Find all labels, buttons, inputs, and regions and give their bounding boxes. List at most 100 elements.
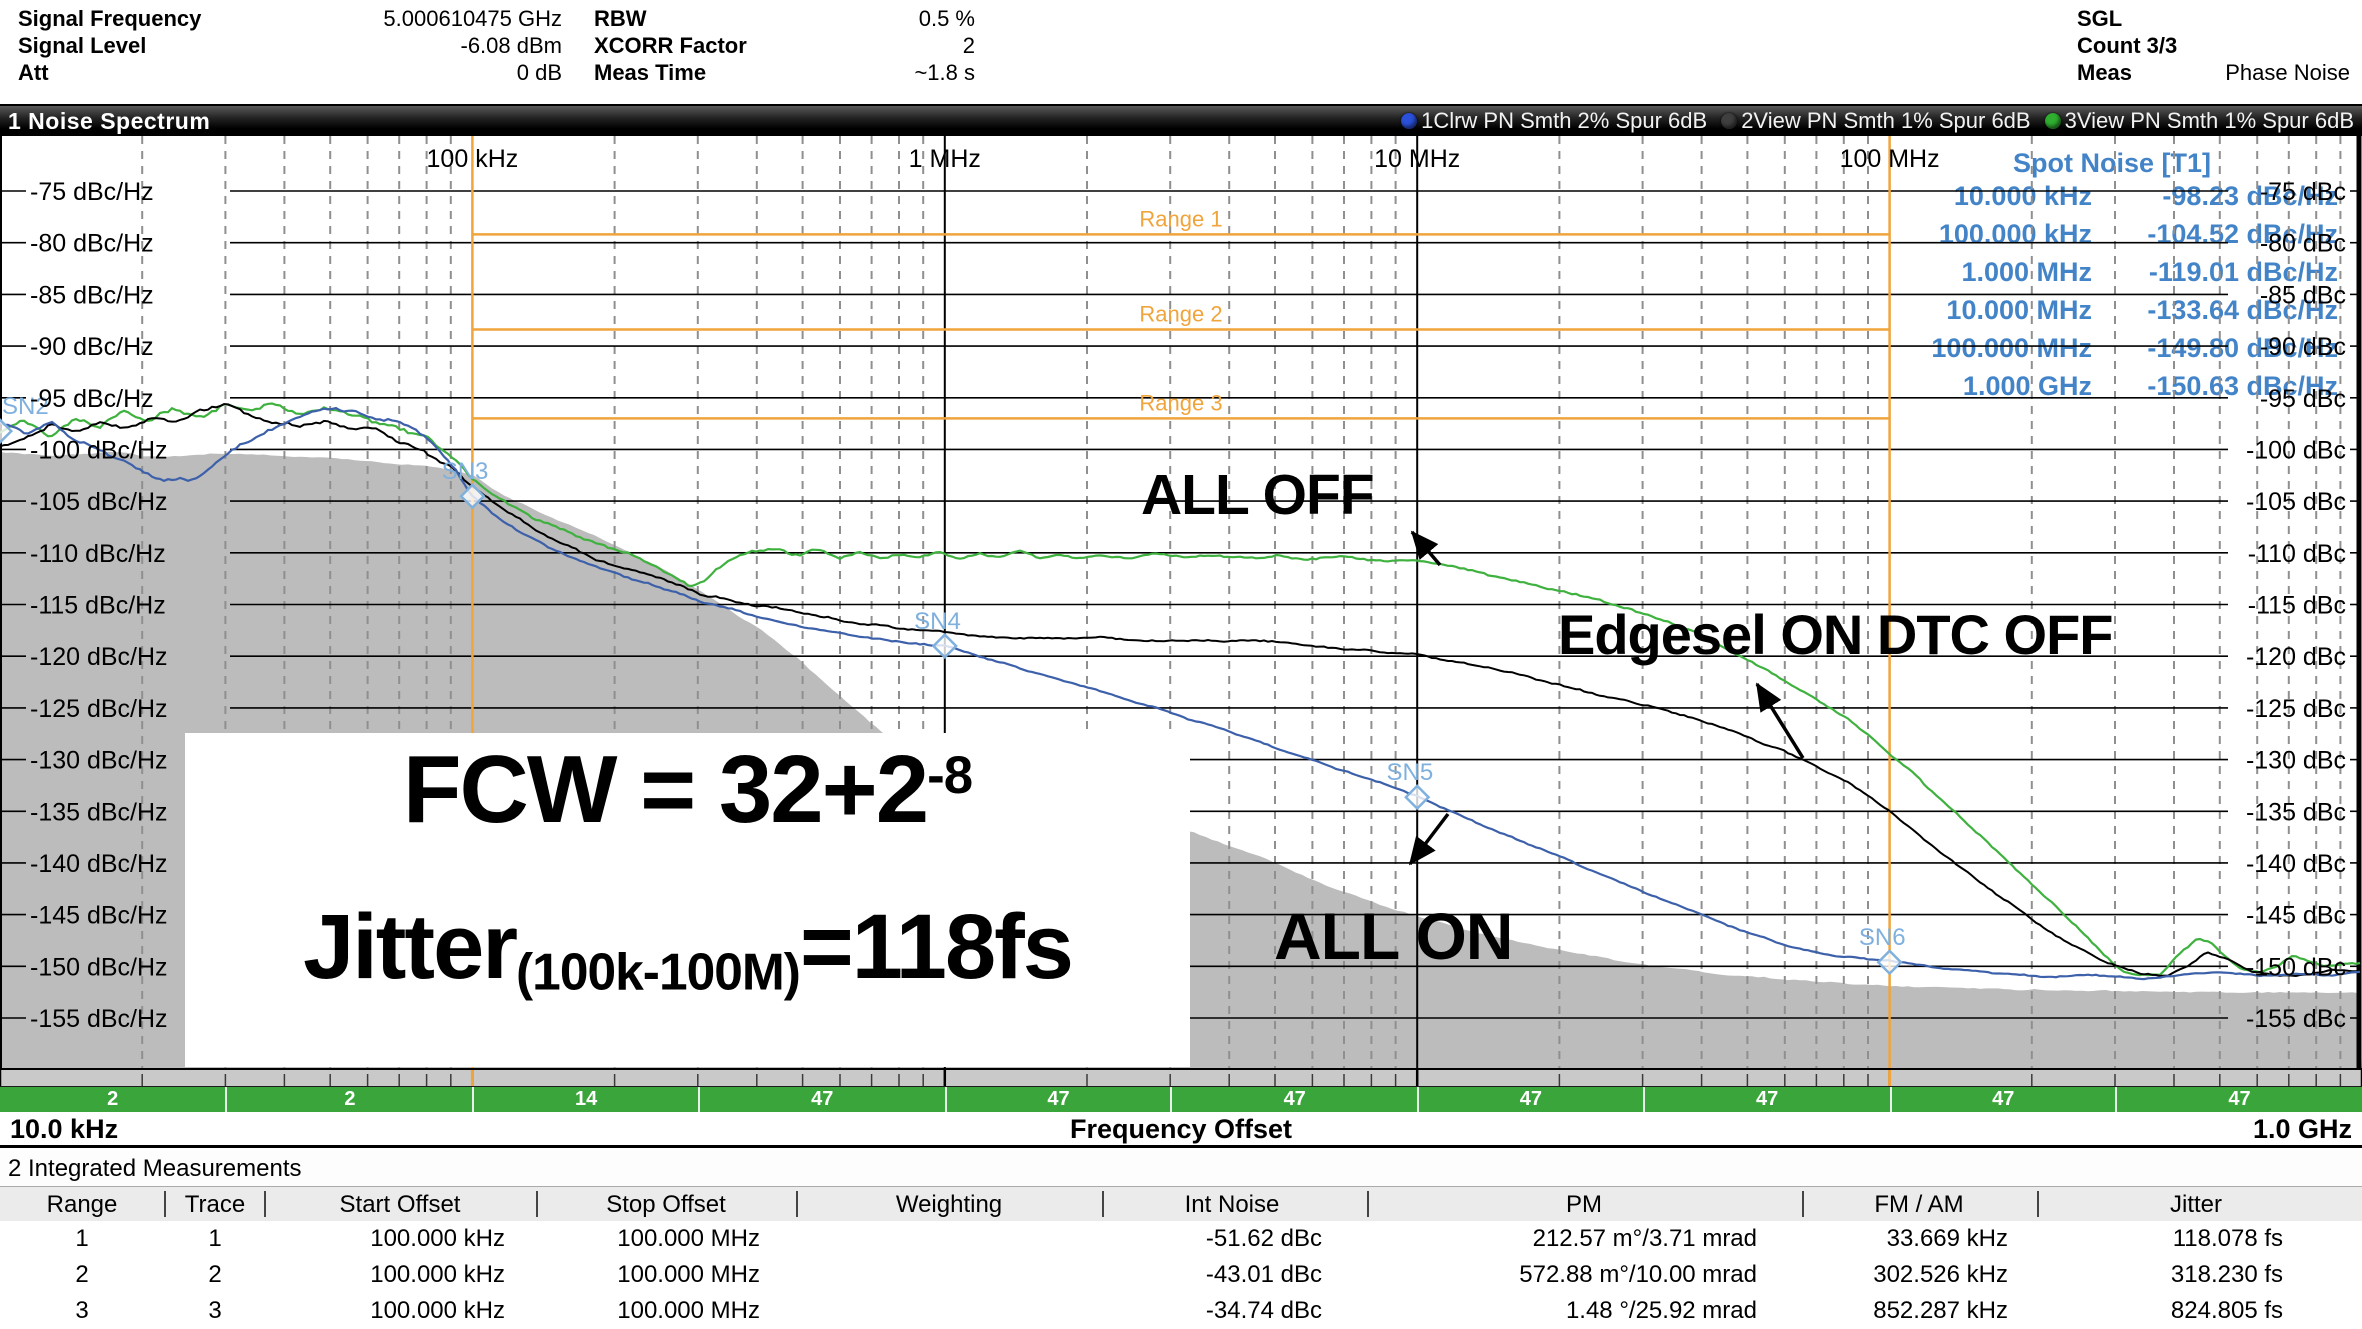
range-label: Range 2 xyxy=(1139,302,1222,327)
y-label-right: -75 dBc xyxy=(2260,178,2346,206)
meas-time-label: Meas Time xyxy=(594,60,706,87)
im-cell: 100.000 kHz xyxy=(370,1297,505,1325)
spot-noise-offset: 1.000 GHz xyxy=(1963,371,2092,401)
xcorr-segment: 47 xyxy=(698,1087,945,1112)
x-axis-tick-strip xyxy=(0,1068,2362,1086)
im-table-row: 22100.000 kHz100.000 MHz-43.01 dBc572.88… xyxy=(0,1257,2362,1293)
y-label-right: -125 dBc xyxy=(2246,695,2346,723)
im-cell: -43.01 dBc xyxy=(1206,1261,1322,1289)
im-column-header: Start Offset xyxy=(340,1191,461,1219)
y-label-right: -145 dBc xyxy=(2246,902,2346,930)
im-cell: 1.48 °/25.92 mrad xyxy=(1566,1297,1757,1325)
y-label-left: -155 dBc/Hz xyxy=(30,1005,168,1033)
y-label-right: -90 dBc xyxy=(2260,333,2346,361)
legend-trace-1-label: 1Clrw PN Smth 2% Spur 6dB xyxy=(1421,108,1707,134)
im-column-separator xyxy=(1802,1191,1804,1217)
meas-label: Meas xyxy=(2077,60,2132,87)
sn-marker[interactable]: SN4 xyxy=(914,608,961,657)
annotation-fcw-equation: FCW = 32+2-8 xyxy=(185,735,1190,845)
im-cell: 100.000 MHz xyxy=(617,1261,760,1289)
count-indicator: Count 3/3 xyxy=(2077,33,2177,60)
sn-marker[interactable]: SN5 xyxy=(1387,759,1434,808)
trace-legend: 1Clrw PN Smth 2% Spur 6dB 2View PN Smth 1… xyxy=(1401,108,2362,134)
im-cell: 100.000 kHz xyxy=(370,1261,505,1289)
range-label: Range 3 xyxy=(1139,390,1222,415)
im-cell: 3 xyxy=(75,1297,88,1325)
y-label-left: -140 dBc/Hz xyxy=(30,850,168,878)
im-column-header: PM xyxy=(1566,1191,1602,1219)
im-column-header: FM / AM xyxy=(1874,1191,1963,1219)
xcorr-segment-bar: 221447474747474747 xyxy=(0,1086,2362,1112)
y-label-right: -150 dBc xyxy=(2246,953,2346,981)
y-label-left: -75 dBc/Hz xyxy=(30,178,154,206)
xcorr-segment: 47 xyxy=(1170,1087,1417,1112)
annotation-all-off: ALL OFF xyxy=(1141,462,1374,528)
y-label-right: -105 dBc xyxy=(2246,488,2346,516)
legend-trace-2-dot-icon xyxy=(1721,113,1737,129)
im-cell: 100.000 MHz xyxy=(617,1225,760,1253)
im-column-separator xyxy=(1102,1191,1104,1217)
legend-trace-3-dot-icon xyxy=(2045,113,2061,129)
im-cell: -51.62 dBc xyxy=(1206,1225,1322,1253)
att-label: Att xyxy=(18,60,49,87)
xcorr-segment: 2 xyxy=(225,1087,472,1112)
im-table-row: 33100.000 kHz100.000 MHz-34.74 dBc1.48 °… xyxy=(0,1293,2362,1329)
im-cell: 318.230 fs xyxy=(2171,1261,2283,1289)
legend-trace-1[interactable]: 1Clrw PN Smth 2% Spur 6dB xyxy=(1401,108,1707,134)
y-label-right: -110 dBc xyxy=(2248,540,2346,568)
sgl-indicator: SGL xyxy=(2077,6,2122,33)
legend-trace-3-label: 3View PN Smth 1% Spur 6dB xyxy=(2065,108,2354,134)
im-column-header: Weighting xyxy=(896,1191,1002,1219)
phase-noise-analyzer-screen: Signal Frequency 5.000610475 GHz Signal … xyxy=(0,0,2362,1329)
svg-text:100 kHz: 100 kHz xyxy=(427,145,519,173)
integrated-measurements-header-row: RangeTraceStart OffsetStop OffsetWeighti… xyxy=(0,1187,2362,1221)
xcorr-segment: 47 xyxy=(1890,1087,2115,1112)
y-label-left: -115 dBc/Hz xyxy=(30,592,166,620)
im-column-header: Int Noise xyxy=(1185,1191,1280,1219)
y-label-right: -80 dBc xyxy=(2260,230,2346,258)
legend-trace-2[interactable]: 2View PN Smth 1% Spur 6dB xyxy=(1721,108,2030,134)
top-frequency-labels: 100 kHz1 MHz10 MHz100 MHz xyxy=(427,145,1940,173)
x-axis-stop-frequency: 1.0 GHz xyxy=(2253,1114,2352,1145)
annotation-all-on: ALL ON xyxy=(1274,898,1512,974)
y-label-right: -100 dBc xyxy=(2246,436,2346,464)
y-label-left: -145 dBc/Hz xyxy=(30,902,168,930)
im-cell: 100.000 kHz xyxy=(370,1225,505,1253)
legend-trace-2-label: 2View PN Smth 1% Spur 6dB xyxy=(1741,108,2030,134)
xcorr-segment: 47 xyxy=(1417,1087,1642,1112)
xcorr-segment: 47 xyxy=(1643,1087,1890,1112)
y-label-left: -85 dBc/Hz xyxy=(30,281,154,309)
im-column-separator xyxy=(164,1191,166,1217)
y-label-left: -100 dBc/Hz xyxy=(30,436,168,464)
noise-spectrum-plot: Spot Noise [T1]10.000 kHz-98.23 dBc/Hz10… xyxy=(0,136,2362,1068)
y-label-right: -155 dBc xyxy=(2246,1005,2346,1033)
xcorr-factor-label: XCORR Factor xyxy=(594,33,747,60)
y-label-right: -135 dBc xyxy=(2246,798,2346,826)
y-label-left: -90 dBc/Hz xyxy=(30,333,154,361)
integrated-measurements-titlebar: 2 Integrated Measurements xyxy=(0,1151,2362,1187)
xcorr-segment: 14 xyxy=(472,1087,697,1112)
rbw-value: 0.5 % xyxy=(800,6,975,33)
y-label-left: -95 dBc/Hz xyxy=(30,385,154,413)
meas-mode-value: Phase Noise xyxy=(2180,60,2350,87)
im-column-header: Jitter xyxy=(2170,1191,2222,1219)
spot-noise-offset: 100.000 MHz xyxy=(1931,333,2092,363)
im-column-header: Stop Offset xyxy=(606,1191,726,1219)
y-label-right: -130 dBc xyxy=(2246,747,2346,775)
im-table-row: 11100.000 kHz100.000 MHz-51.62 dBc212.57… xyxy=(0,1221,2362,1257)
window-title: 1 Noise Spectrum xyxy=(0,108,210,135)
sn-marker-label: SN3 xyxy=(442,458,489,485)
legend-trace-3[interactable]: 3View PN Smth 1% Spur 6dB xyxy=(2045,108,2354,134)
x-axis-title: Frequency Offset xyxy=(0,1114,2362,1145)
im-column-header: Trace xyxy=(185,1191,245,1219)
xcorr-factor-value: 2 xyxy=(800,33,975,60)
y-label-left: -105 dBc/Hz xyxy=(30,488,168,516)
y-label-left: -120 dBc/Hz xyxy=(30,643,168,671)
im-cell: 302.526 kHz xyxy=(1873,1261,2008,1289)
legend-trace-1-dot-icon xyxy=(1401,113,1417,129)
im-cell: 33.669 kHz xyxy=(1887,1225,2008,1253)
xcorr-segment: 47 xyxy=(945,1087,1170,1112)
integrated-measurements-title: 2 Integrated Measurements xyxy=(8,1155,302,1183)
y-label-left: -80 dBc/Hz xyxy=(30,230,154,258)
y-label-right: -120 dBc xyxy=(2246,643,2346,671)
